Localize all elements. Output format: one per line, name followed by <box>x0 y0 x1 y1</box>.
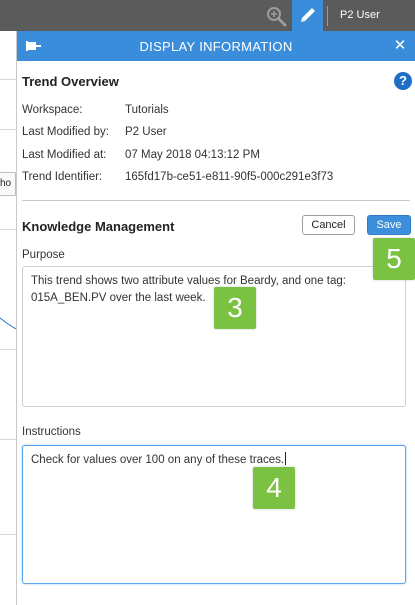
last-modified-by-label: Last Modified by: <box>22 126 109 138</box>
top-toolbar: P2 User <box>0 0 415 31</box>
gridline <box>0 349 16 350</box>
panel-header: DISPLAY INFORMATION ✕ <box>17 31 415 61</box>
close-icon[interactable]: ✕ <box>393 38 407 54</box>
background-trend-area: ho <box>0 31 16 605</box>
workspace-label: Workspace: <box>22 104 83 116</box>
toolbar-divider <box>327 6 328 26</box>
gridline <box>0 129 16 130</box>
pencil-icon <box>301 8 315 22</box>
purpose-label: Purpose <box>22 249 65 261</box>
gridline <box>0 534 16 535</box>
trace-line <box>0 317 16 330</box>
gridline <box>0 229 16 230</box>
section-divider <box>22 200 410 201</box>
zoom-search-button[interactable] <box>262 0 292 31</box>
panel-title: DISPLAY INFORMATION <box>139 39 293 54</box>
background-tab-label: ho <box>0 178 12 189</box>
cancel-button[interactable]: Cancel <box>302 215 355 235</box>
step-callout-5: 5 <box>373 238 415 280</box>
instructions-label: Instructions <box>22 426 81 438</box>
step-callout-3: 3 <box>214 287 256 329</box>
background-tab: ho <box>0 172 16 196</box>
workspace-value: Tutorials <box>125 104 169 116</box>
gridline <box>0 439 16 440</box>
knowledge-management-heading: Knowledge Management <box>22 219 175 234</box>
last-modified-at-label: Last Modified at: <box>22 149 107 161</box>
trend-identifier-value: 165fd17b-ce51-e811-90f5-000c291e3f73 <box>125 171 334 183</box>
trend-overview-heading: Trend Overview <box>22 74 119 89</box>
help-icon[interactable]: ? <box>394 72 412 90</box>
edit-display-button[interactable] <box>292 0 323 31</box>
last-modified-at-value: 07 May 2018 04:13:12 PM <box>125 149 260 161</box>
purpose-text: This trend shows two attribute values fo… <box>31 275 346 304</box>
save-button[interactable]: Save <box>367 215 411 235</box>
step-callout-4: 4 <box>253 467 295 509</box>
last-modified-by-value: P2 User <box>125 126 167 138</box>
instructions-textarea[interactable]: Check for values over 100 on any of thes… <box>22 445 406 584</box>
magnify-zoom-icon <box>267 7 287 27</box>
gridline <box>0 79 16 80</box>
instructions-text: Check for values over 100 on any of thes… <box>31 454 285 466</box>
trend-identifier-label: Trend Identifier: <box>22 171 103 183</box>
text-caret <box>285 452 287 465</box>
user-menu[interactable]: P2 User <box>340 9 380 21</box>
